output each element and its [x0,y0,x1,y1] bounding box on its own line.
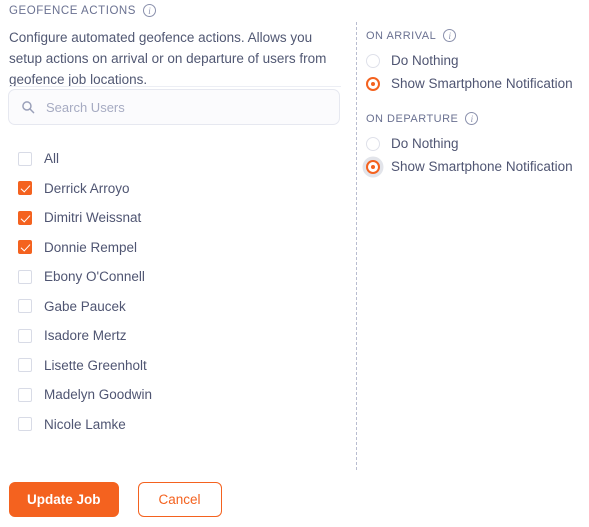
on-departure-label: ON DEPARTURE [366,112,459,125]
info-icon[interactable]: i [443,29,457,42]
list-item-label: Ebony O'Connell [44,269,145,285]
cancel-button[interactable]: Cancel [137,482,222,517]
on-arrival-label: ON ARRIVAL [366,29,437,42]
radio-option[interactable]: Show Smartphone Notification [366,72,581,95]
geofence-actions-panel: GEOFENCE ACTIONS i Configure automated g… [0,0,589,527]
list-item-label: Madelyn Goodwin [44,387,153,403]
list-item-label: Gabe Paucek [44,298,126,314]
list-item[interactable]: Madelyn Goodwin [18,380,338,410]
divider [9,86,341,87]
search-users-box[interactable] [8,89,340,125]
radio-option[interactable]: Do Nothing [366,132,581,155]
list-item[interactable]: Lisette Greenholt [18,351,338,381]
radio-option-label: Show Smartphone Notification [391,76,573,91]
list-item[interactable]: Nicole Lamke [18,410,338,440]
list-item-label: Derrick Arroyo [44,180,130,196]
radio-option-label: Show Smartphone Notification [391,159,573,174]
checkbox-checked-icon[interactable] [18,240,32,255]
radio-option-label: Do Nothing [391,53,459,68]
vertical-divider [356,22,357,470]
checkbox-icon[interactable] [18,151,32,166]
checkbox-icon[interactable] [18,299,32,314]
radio-icon[interactable] [366,53,380,68]
on-arrival-header: ON ARRIVAL i [366,29,581,42]
checkbox-icon[interactable] [18,417,32,432]
on-departure-options: Do Nothing Show Smartphone Notification [366,132,581,178]
checkbox-icon[interactable] [18,328,32,343]
on-arrival-group: ON ARRIVAL i Do Nothing Show Smartphone N… [366,29,581,95]
list-item[interactable]: All [18,144,338,174]
search-input[interactable] [46,99,327,115]
checkbox-checked-icon[interactable] [18,181,32,196]
list-item[interactable]: Donnie Rempel [18,233,338,263]
on-departure-header: ON DEPARTURE i [366,112,581,125]
checkbox-icon[interactable] [18,358,32,373]
list-item-label: Nicole Lamke [44,416,126,432]
list-item[interactable]: Gabe Paucek [18,292,338,322]
list-item-label: Isadore Mertz [44,328,127,344]
panel-description: Configure automated geofence actions. Al… [9,30,327,87]
radio-selected-icon[interactable] [366,76,380,91]
on-arrival-options: Do Nothing Show Smartphone Notification [366,49,581,95]
radio-option[interactable]: Show Smartphone Notification [366,155,581,178]
section-title: GEOFENCE ACTIONS [9,4,137,17]
list-item[interactable]: Isadore Mertz [18,321,338,351]
update-job-button[interactable]: Update Job [9,482,119,517]
radio-option-label: Do Nothing [391,136,459,151]
checkbox-icon[interactable] [18,269,32,284]
user-list: All Derrick Arroyo Dimitri Weissnat Donnie … [18,144,338,439]
list-item-label: Dimitri Weissnat [44,210,142,226]
on-departure-group: ON DEPARTURE i Do Nothing Show Smartphone… [366,112,581,178]
radio-selected-icon[interactable] [366,159,380,174]
list-item-label: All [44,151,60,167]
checkbox-checked-icon[interactable] [18,210,32,225]
radio-option[interactable]: Do Nothing [366,49,581,72]
list-item-label: Lisette Greenholt [44,357,147,373]
checkbox-icon[interactable] [18,387,32,402]
footer-actions: Update Job Cancel [9,482,222,517]
info-icon[interactable]: i [143,4,157,17]
page-title: GEOFENCE ACTIONS i [9,4,157,17]
list-item[interactable]: Derrick Arroyo [18,174,338,204]
radio-icon[interactable] [366,136,380,151]
list-item-label: Donnie Rempel [44,239,138,255]
list-item[interactable]: Ebony O'Connell [18,262,338,292]
info-icon[interactable]: i [465,112,479,125]
search-icon [21,100,35,114]
list-item[interactable]: Dimitri Weissnat [18,203,338,233]
